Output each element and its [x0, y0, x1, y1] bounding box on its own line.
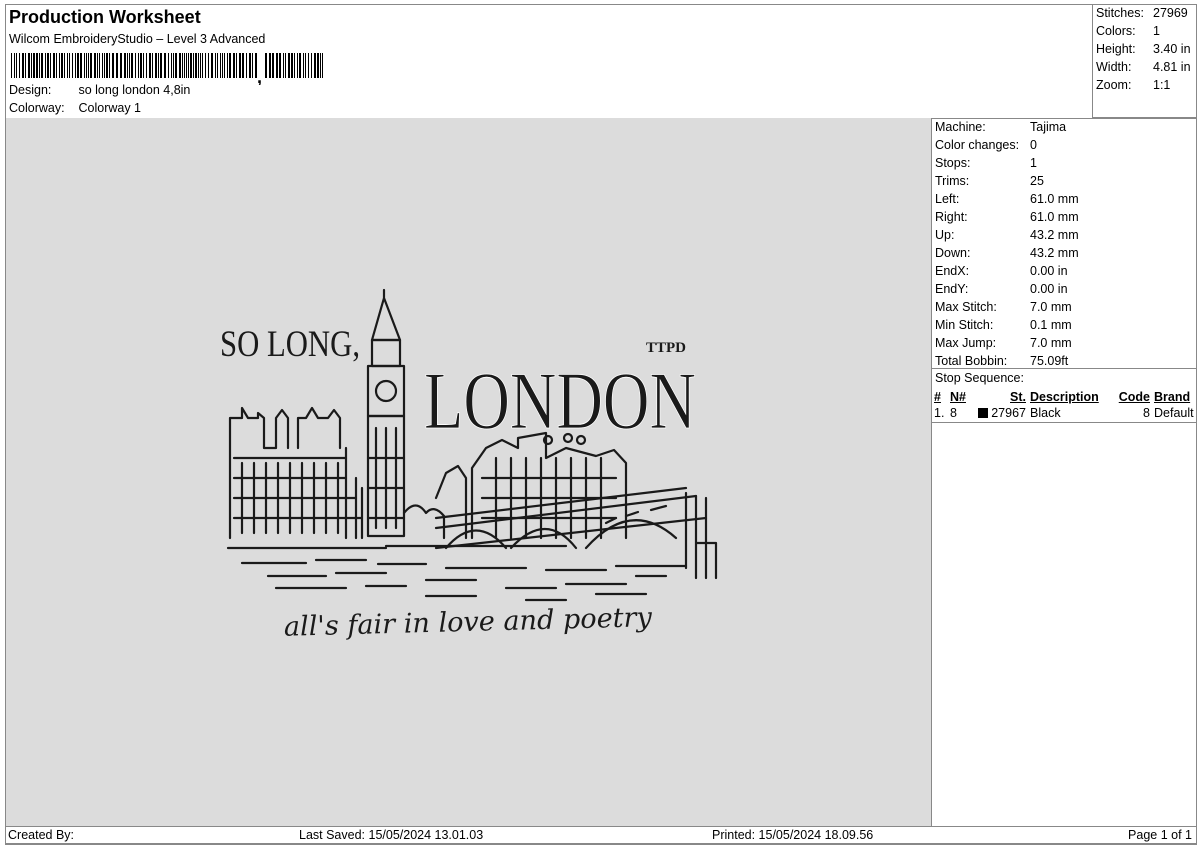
machine-row-label: Up:: [935, 228, 955, 242]
row-stitches: 27967: [991, 406, 1026, 421]
machine-row: Color changes: 0: [932, 136, 1196, 154]
machine-row-value: Tajima: [1030, 120, 1067, 134]
design-value: so long london 4,8in: [78, 83, 191, 97]
width-row: Width: 4.81 in: [1096, 60, 1191, 78]
london-text: LONDON: [424, 355, 696, 446]
stitches-label: Stitches:: [1096, 6, 1144, 20]
zoom-value: 1:1: [1153, 78, 1171, 92]
col-stitches: St.: [1010, 389, 1026, 404]
stop-sequence-title: Stop Sequence:: [935, 371, 1024, 385]
machine-row-label: Color changes:: [935, 138, 1020, 152]
colorway-row: Colorway: Colorway 1: [9, 101, 141, 115]
machine-row-value: 25: [1030, 174, 1044, 188]
zoom-label: Zoom:: [1096, 78, 1132, 92]
machine-row-value: 7.0 mm: [1030, 336, 1072, 350]
machine-row-label: Down:: [935, 246, 971, 260]
stop-table-header: # N# St. Description Code Brand: [932, 388, 1196, 405]
barcode-image: ,: [11, 53, 323, 85]
machine-row-value: 61.0 mm: [1030, 210, 1079, 224]
machine-row-label: Stops:: [935, 156, 971, 170]
col-index: #: [934, 389, 941, 404]
machine-row-value: 7.0 mm: [1030, 300, 1072, 314]
row-code: 8: [1143, 406, 1150, 421]
machine-row-label: Right:: [935, 210, 968, 224]
ttpd-text: TTPD: [646, 340, 686, 356]
row-index: 1.: [934, 406, 945, 421]
row-needle: 8: [950, 406, 957, 421]
width-label: Width:: [1096, 60, 1132, 74]
col-description: Description: [1030, 389, 1099, 404]
design-summary: Stitches: 27969 Colors: 1 Height: 3.40 in W…: [1092, 5, 1196, 118]
tagline-text: all's fair in love and poetry: [284, 602, 653, 643]
machine-row: Max Jump: 7.0 mm: [932, 334, 1196, 352]
machine-row: Trims: 25: [932, 172, 1196, 190]
machine-row-label: EndY:: [935, 282, 969, 296]
machine-row-value: 43.2 mm: [1030, 228, 1079, 242]
machine-row-label: Machine:: [935, 120, 986, 134]
machine-row-label: Max Stitch:: [935, 300, 997, 314]
colorway-value: Colorway 1: [78, 101, 142, 115]
software-name: Wilcom EmbroideryStudio – Level 3 Advanc…: [9, 32, 266, 46]
machine-row-value: 0.1 mm: [1030, 318, 1072, 332]
zoom-row: Zoom: 1:1: [1096, 78, 1170, 96]
last-saved: Last Saved: 15/05/2024 13.01.03: [299, 828, 484, 842]
stitches-row: Stitches: 27969: [1096, 6, 1188, 24]
stop-sequence-table: # N# St. Description Code Brand 1. 8 279…: [932, 388, 1196, 423]
col-code: Code: [1118, 389, 1150, 404]
machine-row-value: 43.2 mm: [1030, 246, 1079, 260]
svg-text:,: ,: [257, 67, 262, 85]
printed-date: Printed: 15/05/2024 18.09.56: [712, 828, 874, 842]
machine-row: Up: 43.2 mm: [932, 226, 1196, 244]
height-row: Height: 3.40 in: [1096, 42, 1191, 60]
machine-row: EndY: 0.00 in: [932, 280, 1196, 298]
machine-row: Max Stitch: 7.0 mm: [932, 298, 1196, 316]
machine-row-value: 0: [1030, 138, 1037, 152]
page-number: Page 1 of 1: [1128, 828, 1192, 842]
so-long-text: SO LONG,: [220, 324, 360, 365]
machine-row: Left: 61.0 mm: [932, 190, 1196, 208]
machine-row: Machine: Tajima: [932, 118, 1196, 136]
machine-row: Down: 43.2 mm: [932, 244, 1196, 262]
embroidery-artwork: SO LONG, LONDON TTPD all's fair in love …: [220, 288, 718, 643]
col-needle: N#: [950, 389, 966, 404]
color-swatch: [977, 408, 988, 419]
row-stitches-cell: 27967: [972, 405, 1028, 422]
row-brand: Default: [1154, 406, 1194, 421]
stitches-value: 27969: [1153, 6, 1188, 20]
worksheet-header: Production Worksheet Wilcom EmbroiderySt…: [6, 5, 1092, 118]
created-by: Created By:: [8, 828, 75, 842]
design-label: Design:: [9, 83, 52, 97]
stop-sequence: Stop Sequence: # N# St. Description Code…: [932, 368, 1196, 423]
design-row: Design: so long london 4,8in: [9, 83, 190, 97]
machine-row: Min Stitch: 0.1 mm: [932, 316, 1196, 334]
page-title: Production Worksheet: [9, 7, 201, 27]
machine-row-value: 75.09ft: [1030, 354, 1069, 368]
machine-row: EndX: 0.00 in: [932, 262, 1196, 280]
machine-row-label: EndX:: [935, 264, 970, 278]
colors-value: 1: [1153, 24, 1160, 38]
machine-info: Machine: Tajima Color changes: 0 Stops: 1 Trim…: [932, 118, 1196, 370]
height-label: Height:: [1096, 42, 1136, 56]
machine-row-label: Max Jump:: [935, 336, 997, 350]
height-value: 3.40 in: [1153, 42, 1191, 56]
colorway-label: Colorway:: [9, 101, 65, 115]
machine-row-value: 61.0 mm: [1030, 192, 1079, 206]
machine-row-label: Left:: [935, 192, 960, 206]
worksheet-footer: Created By: Last Saved: 15/05/2024 13.01…: [6, 826, 1196, 844]
row-description: Black: [1030, 406, 1061, 421]
machine-row: Right: 61.0 mm: [932, 208, 1196, 226]
width-value: 4.81 in: [1153, 60, 1191, 74]
machine-row-label: Min Stitch:: [935, 318, 994, 332]
colors-label: Colors:: [1096, 24, 1136, 38]
machine-row-value: 0.00 in: [1030, 264, 1068, 278]
machine-row-label: Trims:: [935, 174, 970, 188]
col-brand: Brand: [1154, 389, 1191, 404]
colors-row: Colors: 1: [1096, 24, 1160, 42]
table-row: 1. 8 27967 Black 8 Default: [932, 405, 1196, 422]
machine-row: Stops: 1: [932, 154, 1196, 172]
machine-row-value: 0.00 in: [1030, 282, 1068, 296]
design-preview: SO LONG, LONDON TTPD all's fair in love …: [6, 118, 932, 826]
machine-row-value: 1: [1030, 156, 1037, 170]
